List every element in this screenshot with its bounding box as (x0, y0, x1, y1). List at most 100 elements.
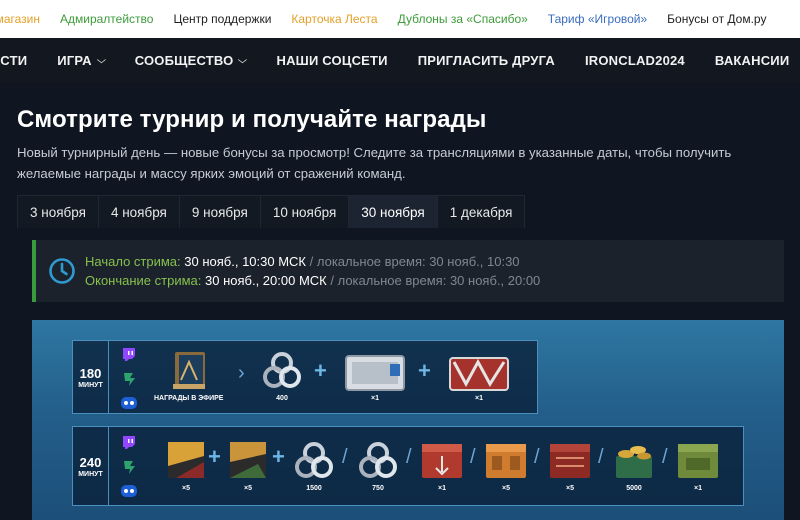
reward-label: 1500 (306, 485, 322, 492)
nav-item-ironclad[interactable]: IRONCLAD2024 (585, 53, 685, 68)
container-icon (678, 444, 718, 478)
reward-box-darkred: ×5 (548, 440, 592, 492)
book-icon (172, 352, 205, 389)
reward-flag: 400 (262, 350, 302, 402)
reward-box-red: ×1 (420, 440, 464, 492)
stream-end-label: Окончание стрима: (85, 273, 202, 288)
stream-end: Окончание стрима: 30 нояб., 20:00 МСК / … (85, 273, 540, 288)
reward-label: ×1 (694, 485, 702, 492)
reward-label: ×5 (566, 485, 574, 492)
coins-icon (616, 446, 652, 478)
trovo-icon (118, 481, 140, 501)
separator-chevron: › (238, 362, 245, 384)
reward-camo: ×5 (228, 440, 268, 492)
reward-coins: 5000 (612, 440, 656, 492)
minutes-value: 240 (79, 454, 102, 470)
nav-label: ВАКАНСИИ (714, 52, 790, 68)
container-icon (486, 444, 526, 478)
separator-slash: / (662, 446, 668, 468)
reward-label: ×5 (244, 485, 252, 492)
separator-slash: / (470, 446, 476, 468)
nav-label: IRONCLAD2024 (584, 52, 685, 68)
nav-item-invite[interactable]: ПРИГЛАСИТЬ ДРУГА (418, 53, 555, 68)
minutes-unit: МИНУТ (78, 381, 103, 389)
tab-nov-10[interactable]: 10 ноября (260, 195, 350, 228)
plus-icon: + (314, 358, 327, 383)
separator-slash: / (534, 446, 540, 468)
page-description: Новый турнирный день — новые бонусы за п… (17, 145, 732, 181)
plus-icon: + (208, 444, 221, 469)
twitch-icon (118, 345, 140, 365)
reward-label: ×5 (182, 485, 190, 492)
reward-box-green: ×1 (676, 440, 720, 492)
reward-label: НАГРАДЫ В ЭФИРЕ (154, 395, 224, 402)
reward-box-orange: ×5 (484, 440, 528, 492)
clock-icon (49, 258, 75, 284)
vk-play-icon (118, 457, 140, 477)
reward-label: 400 (276, 395, 288, 402)
date-tabs: 3 ноября 4 ноября 9 ноября 10 ноября 30 … (17, 195, 526, 228)
reward-crate-blue: ×1 (344, 350, 406, 402)
platform-icons (118, 433, 140, 501)
reward-label: ×1 (475, 395, 483, 402)
reward-book: НАГРАДЫ В ЭФИРЕ (154, 350, 223, 402)
container-icon (422, 444, 462, 478)
flag-icon (295, 442, 333, 478)
plus-icon: + (272, 444, 285, 469)
top-links-bar: м магазин Адмиралтейство Центр поддержки… (0, 0, 800, 38)
separator-slash: / (598, 446, 604, 468)
stream-start-local: / локальное время: 30 нояб., 10:30 (309, 254, 520, 269)
separator-slash: / (342, 446, 348, 468)
main-nav: ОСТИ ИГРА ⌵ СООБЩЕСТВО ⌵ НАШИ СОЦСЕТИ ПРИГ… (0, 38, 800, 82)
reward-label: ×1 (371, 395, 379, 402)
reward-camo: ×5 (166, 440, 206, 492)
camouflage-icon (230, 442, 266, 478)
top-link-support[interactable]: Центр поддержки (173, 12, 271, 26)
tab-nov-4[interactable]: 4 ноября (98, 195, 180, 228)
nav-item-social[interactable]: НАШИ СОЦСЕТИ (277, 53, 388, 68)
reward-label: ×1 (438, 485, 446, 492)
nav-item-vacancies[interactable]: ВАКАНСИИ (715, 53, 790, 68)
trovo-icon (118, 393, 140, 413)
tab-nov-3[interactable]: 3 ноября (17, 195, 99, 228)
twitch-icon (118, 433, 140, 453)
chevron-down-icon: ⌵ (238, 54, 248, 65)
nav-label: ПРИГЛАСИТЬ ДРУГА (417, 52, 555, 68)
nav-item-game[interactable]: ИГРА ⌵ (57, 52, 105, 68)
tab-nov-30[interactable]: 30 ноября (349, 195, 438, 228)
tab-dec-1[interactable]: 1 декабря (437, 195, 526, 228)
vk-play-icon (118, 369, 140, 389)
reward-flag: 750 (358, 440, 398, 492)
page-title: Смотрите турнир и получайте награды (17, 106, 487, 133)
top-link-tariff[interactable]: Тариф «Игровой» (548, 12, 647, 26)
rewards-banner: 180 МИНУТ 240 МИНУТ НАГРАДЫ В ЭФИРЕ › 40… (32, 320, 784, 520)
platform-icons (118, 345, 140, 413)
main-content: Смотрите турнир и получайте награды Новы… (0, 82, 800, 520)
minutes-unit: МИНУТ (78, 470, 103, 478)
minutes-value: 180 (79, 365, 102, 381)
reward-flag: 1500 (294, 440, 334, 492)
stream-end-local: / локальное время: 30 нояб., 20:00 (330, 273, 541, 288)
top-link-domru[interactable]: Бонусы от Дом.ру (667, 12, 766, 26)
top-link-lesta-card[interactable]: Карточка Леста (291, 12, 377, 26)
reward-label: ×5 (502, 485, 510, 492)
reward-crate-red: ×1 (448, 350, 510, 402)
stream-start-label: Начало стрима: (85, 254, 181, 269)
camouflage-icon (168, 442, 204, 478)
crate-icon (449, 357, 509, 391)
plus-icon: + (418, 358, 431, 383)
minutes-badge: 240 МИНУТ (73, 427, 109, 505)
nav-item-news[interactable]: ОСТИ (0, 53, 27, 68)
stream-end-value: 30 нояб., 20:00 МСК (205, 273, 327, 288)
minutes-badge: 180 МИНУТ (73, 341, 109, 413)
nav-item-community[interactable]: СООБЩЕСТВО ⌵ (135, 53, 248, 68)
nav-label: ИГРА (57, 52, 92, 68)
tab-nov-9[interactable]: 9 ноября (179, 195, 261, 228)
separator-slash: / (406, 446, 412, 468)
top-link-admiralty[interactable]: Адмиралтейство (60, 12, 153, 26)
flag-icon (359, 442, 397, 478)
top-link-shop[interactable]: м магазин (0, 12, 40, 26)
crate-icon (345, 355, 405, 391)
top-link-doubloons[interactable]: Дублоны за «Спасибо» (398, 12, 528, 26)
reward-label: 5000 (626, 485, 642, 492)
